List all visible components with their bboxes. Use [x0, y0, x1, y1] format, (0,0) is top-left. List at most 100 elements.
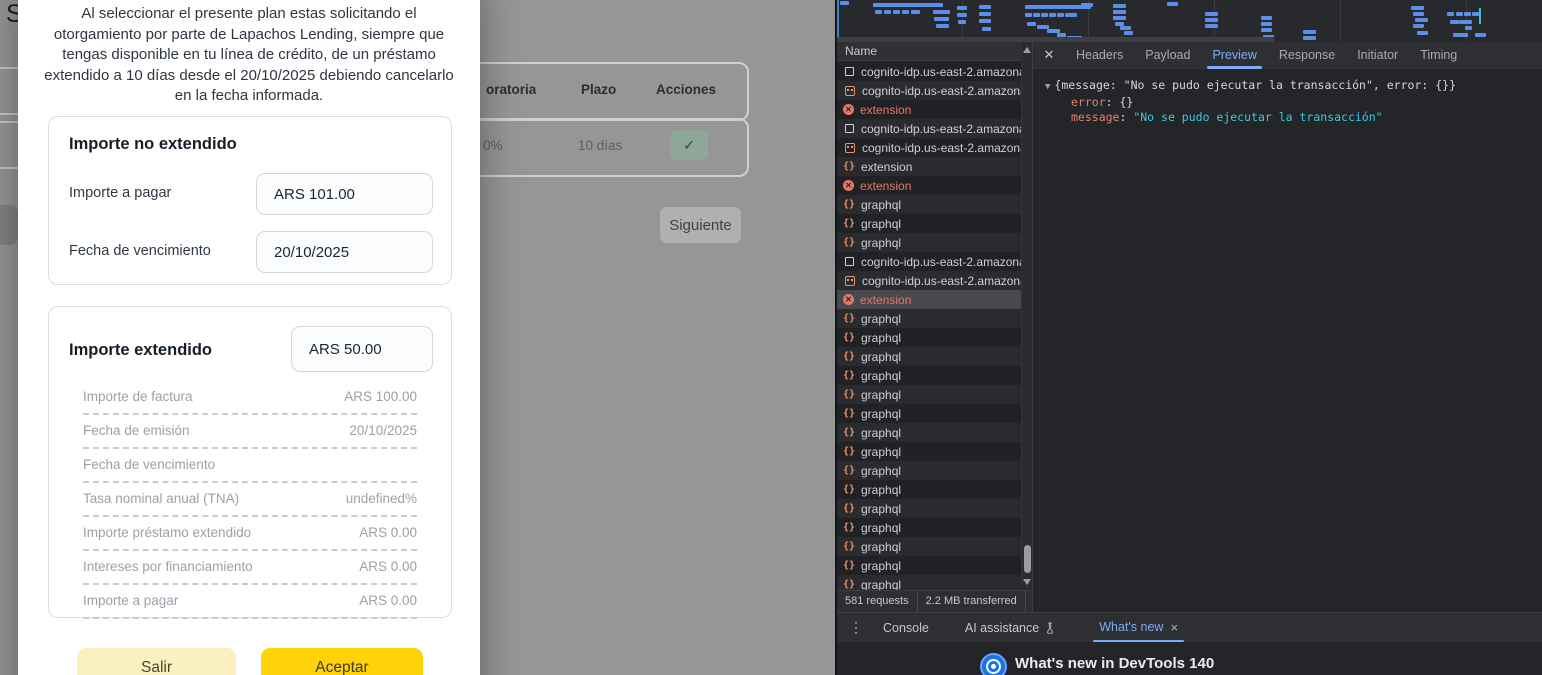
waterfall-bar	[957, 13, 967, 17]
drawer-tab-whats-new[interactable]: What's new ×	[1099, 613, 1178, 642]
close-icon[interactable]: ✕	[1033, 47, 1065, 63]
network-overview-strip[interactable]	[837, 0, 1542, 42]
waterfall-bar	[1167, 2, 1178, 6]
request-name: cognito-idp.us-east-2.amazona...	[861, 255, 1032, 269]
accept-button[interactable]: Aceptar	[261, 648, 423, 675]
loan-confirmation-modal: Al seleccionar el presente plan estas so…	[18, 0, 480, 675]
waterfall-bar	[1453, 33, 1468, 37]
waterfall-bar	[1113, 4, 1126, 8]
drawer-tab-ai-assistance[interactable]: AI assistance	[965, 621, 1055, 635]
waterfall-bar	[1065, 13, 1077, 17]
waterfall-bar	[840, 1, 849, 5]
network-request-row[interactable]: {}graphql	[837, 233, 1032, 252]
network-request-row[interactable]: {}graphql	[837, 499, 1032, 518]
json-value: {}	[1119, 95, 1133, 109]
network-request-row[interactable]: ✕extension	[837, 100, 1032, 119]
network-request-row[interactable]: cognito-idp.us-east-2.amazona...	[837, 119, 1032, 138]
waterfall-bar	[1261, 16, 1272, 20]
summary-stat: 581 requests	[837, 591, 918, 612]
waterfall-bar	[925, 3, 943, 7]
scroll-up-arrow-icon[interactable]	[1023, 47, 1031, 53]
importe-extendido-input[interactable]: ARS 50.00	[291, 326, 433, 372]
waterfall-bar	[1447, 12, 1454, 16]
network-request-row[interactable]: {}graphql	[837, 385, 1032, 404]
network-request-row[interactable]: {}graphql	[837, 518, 1032, 537]
network-name-column-header[interactable]: Name	[837, 42, 1032, 61]
network-request-row[interactable]: {}graphql	[837, 461, 1032, 480]
fetch-xhr-icon	[845, 86, 855, 96]
close-tab-icon[interactable]: ×	[1170, 613, 1178, 642]
importe-a-pagar-input[interactable]: ARS 101.00	[256, 173, 433, 215]
json-braces-icon: {}	[843, 541, 855, 553]
network-request-row[interactable]: {}graphql	[837, 347, 1032, 366]
scrollbar-thumb[interactable]	[1024, 545, 1031, 573]
json-entry-line[interactable]: error: {}	[1045, 95, 1542, 110]
exit-button[interactable]: Salir	[77, 648, 236, 675]
waterfall-bar	[1113, 16, 1126, 20]
network-list-scrollbar[interactable]	[1021, 42, 1032, 590]
network-request-row[interactable]: {}graphql	[837, 404, 1032, 423]
document-icon	[845, 67, 854, 76]
json-child-entries: error: {}message: "No se pudo ejecutar l…	[1045, 95, 1542, 125]
network-request-row[interactable]: cognito-idp.us-east-2.amazona...	[837, 81, 1032, 100]
detail-tab-bar: ✕ HeadersPayloadPreviewResponseInitiator…	[1033, 42, 1542, 69]
json-braces-icon: {}	[843, 446, 855, 458]
section-importe-extendido: Importe extendido ARS 50.00 Importe de f…	[48, 306, 452, 618]
request-name: graphql	[861, 388, 901, 402]
network-request-row[interactable]: {}extension	[837, 157, 1032, 176]
request-name: graphql	[861, 540, 901, 554]
json-root-line[interactable]: ▼{message: "No se pudo ejecutar la trans…	[1045, 78, 1542, 95]
summary-label: Importe préstamo extendido	[83, 525, 251, 540]
network-request-row[interactable]: {}graphql	[837, 328, 1032, 347]
network-request-row[interactable]: {}graphql	[837, 309, 1032, 328]
fetch-xhr-icon	[845, 143, 855, 153]
waterfall-bar	[957, 6, 967, 10]
request-name: graphql	[861, 217, 901, 231]
json-entry-line[interactable]: message: "No se pudo ejecutar la transac…	[1045, 110, 1542, 125]
network-request-row[interactable]: cognito-idp.us-east-2.amazona...	[837, 138, 1032, 157]
network-request-row[interactable]: {}graphql	[837, 214, 1032, 233]
network-request-row[interactable]: {}graphql	[837, 366, 1032, 385]
modal-intro-text: Al seleccionar el presente plan estas so…	[38, 4, 460, 107]
network-request-row[interactable]: cognito-idp.us-east-2.amazona...	[837, 252, 1032, 271]
network-request-row[interactable]: {} graphql	[837, 537, 1032, 556]
drawer-tab-console[interactable]: Console	[883, 621, 929, 635]
fecha-vencimiento-input[interactable]: 20/10/2025	[256, 231, 433, 273]
request-name: cognito-idp.us-east-2.amazona...	[862, 84, 1032, 98]
network-request-row[interactable]: cognito-idp.us-east-2.amazona...	[837, 271, 1032, 290]
network-request-row[interactable]: ✕extension	[837, 290, 1032, 309]
tab-response[interactable]: Response	[1268, 42, 1346, 69]
tab-headers[interactable]: Headers	[1065, 42, 1134, 69]
network-request-row[interactable]: {}graphql	[837, 556, 1032, 575]
whats-new-label: What's new	[1099, 613, 1163, 642]
waterfall-bar	[1057, 13, 1064, 17]
cell-plazo: 10 días	[578, 138, 622, 153]
tab-initiator[interactable]: Initiator	[1346, 42, 1409, 69]
row-selected-check[interactable]: ✓	[670, 130, 708, 160]
expand-caret-icon[interactable]: ▼	[1045, 82, 1050, 92]
waterfall-bar	[979, 12, 991, 16]
network-request-row[interactable]: {}graphql	[837, 442, 1032, 461]
network-request-row[interactable]: ✕extension	[837, 176, 1032, 195]
next-button[interactable]: Siguiente	[660, 207, 741, 243]
more-options-icon[interactable]: ⋮	[849, 619, 863, 636]
network-request-row[interactable]: {}graphql	[837, 575, 1032, 590]
request-name: graphql	[861, 350, 901, 364]
detail-tabs: HeadersPayloadPreviewResponseInitiatorTi…	[1065, 42, 1468, 69]
request-name: graphql	[861, 483, 901, 497]
tab-payload[interactable]: Payload	[1134, 42, 1201, 69]
preview-json-tree[interactable]: ▼{message: "No se pudo ejecutar la trans…	[1033, 69, 1542, 125]
network-request-row[interactable]: {}graphql	[837, 195, 1032, 214]
summary-value: ARS 0.00	[359, 525, 417, 540]
network-request-row[interactable]: {}graphql	[837, 480, 1032, 499]
loan-summary-row: Importe a pagarARS 0.00	[83, 585, 417, 619]
scroll-down-arrow-icon[interactable]	[1023, 579, 1031, 585]
tab-preview[interactable]: Preview	[1201, 42, 1267, 69]
error-icon: ✕	[843, 294, 854, 305]
name-header-label: Name	[845, 44, 877, 58]
network-request-row[interactable]: cognito-idp.us-east-2.amazona...	[837, 62, 1032, 81]
network-request-row[interactable]: {}graphql	[837, 423, 1032, 442]
json-value: "No se pudo ejecutar la transacción"	[1133, 110, 1382, 124]
loan-summary-row: Importe de facturaARS 100.00	[83, 381, 417, 415]
tab-timing[interactable]: Timing	[1409, 42, 1468, 69]
